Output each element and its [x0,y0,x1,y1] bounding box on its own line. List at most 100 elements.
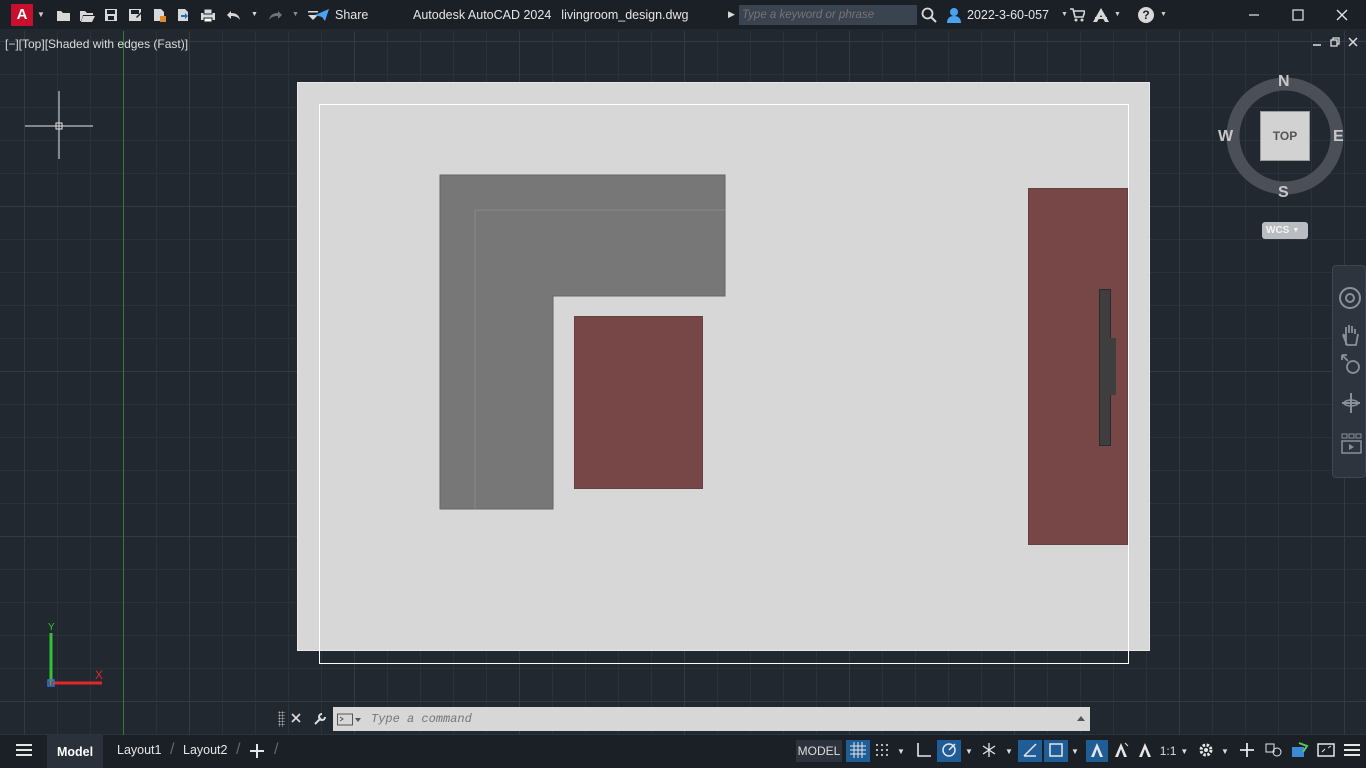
command-input[interactable] [369,711,1069,727]
chevron-down-icon: ▼ [1292,227,1300,234]
viewport-restore-icon[interactable] [1330,37,1340,47]
app-menu-button[interactable]: A ▼ [11,0,45,29]
maximize-icon[interactable] [1276,0,1320,29]
new-layout-icon[interactable] [250,744,264,758]
hamburger-menu-icon[interactable] [16,743,32,757]
ortho-icon [916,742,932,761]
workspace-dropdown[interactable]: ▼ [1219,740,1231,762]
help-button[interactable]: ? ▼ [1138,0,1167,29]
clean-screen-button[interactable] [1315,740,1337,762]
close-icon[interactable] [1320,0,1364,29]
showmotion-icon[interactable] [1340,432,1362,456]
drawing-viewport[interactable]: [−][Top][Shaded with edges (Fast)] N S E… [0,31,1366,735]
snap-dropdown[interactable]: ▼ [895,740,907,762]
cart-icon[interactable] [1069,7,1085,23]
open-from-web-icon[interactable] [175,7,191,23]
navigation-bar [1332,265,1366,478]
compass-east[interactable]: E [1333,128,1344,146]
polar-tracking-toggle[interactable] [937,740,961,762]
ucs-y-label: Y [48,622,55,633]
redo-icon[interactable] [266,7,284,23]
object-snap-tracking-toggle[interactable] [1018,740,1042,762]
annotation-scale-selector[interactable]: 1:1 ▼ [1158,740,1190,762]
grid-icon [850,741,866,761]
command-customize-icon[interactable] [312,711,328,727]
redo-dropdown-icon[interactable]: ▼ [292,11,299,18]
save-icon[interactable] [103,7,119,23]
annotation-visibility-toggle[interactable] [1086,740,1108,762]
isodraft-dropdown[interactable]: ▼ [1003,740,1015,762]
auto-scale-toggle[interactable] [1110,740,1132,762]
snap-toggle[interactable] [872,740,892,762]
undo-icon[interactable] [225,7,243,23]
tab-separator: / [170,741,175,758]
model-space-button[interactable]: MODEL [796,740,842,762]
tab-layout1[interactable]: Layout1 [117,743,161,757]
annotation-scale-icon-button[interactable] [1134,740,1156,762]
snap-tracking-icon [1022,742,1038,761]
workspace-switch-button[interactable] [1195,740,1217,762]
command-prompt-icon[interactable] [337,712,361,726]
search-expand-icon[interactable]: ▶ [728,9,735,20]
steering-wheel-icon[interactable] [1338,286,1362,310]
hardware-acceleration-button[interactable] [1289,740,1311,762]
isometric-drafting-toggle[interactable] [978,740,1000,762]
customization-menu-button[interactable] [1341,740,1363,762]
object-snap-icon [1048,742,1064,761]
save-to-web-icon[interactable] [151,7,167,23]
viewport-close-icon[interactable] [1348,37,1358,47]
save-as-icon[interactable] [127,7,143,23]
compass-north[interactable]: N [1278,73,1290,91]
model-space-label: MODEL [797,744,841,758]
undo-dropdown-icon[interactable]: ▼ [251,11,258,18]
object-snap-dropdown[interactable]: ▼ [1069,740,1081,762]
chevron-down-icon: ▼ [1160,11,1167,18]
orbit-icon[interactable] [1340,391,1362,415]
chevron-down-icon: ▼ [1180,746,1189,756]
window-title: Autodesk AutoCAD 2024 livingroom_design.… [413,0,688,29]
share-button[interactable]: Share [314,0,368,29]
search-input[interactable] [739,4,917,25]
viewport-controls-label[interactable]: [−][Top][Shaded with edges (Fast)] [5,37,188,51]
autodesk-app-button[interactable]: ▼ [1092,0,1121,29]
share-label: Share [335,7,369,22]
command-history-icon[interactable] [1076,714,1086,722]
command-close-icon[interactable] [291,713,301,723]
viewcube[interactable]: N S E W TOP [1215,73,1355,213]
viewcube-top-face[interactable]: TOP [1260,111,1310,161]
grip-handle-icon[interactable] [278,711,285,727]
grid-toggle[interactable] [846,740,870,762]
model-tab[interactable]: Model [47,735,103,768]
coffee-table[interactable] [574,316,703,489]
open-file-icon[interactable] [79,7,95,23]
pan-hand-icon[interactable] [1340,323,1362,347]
polar-dropdown[interactable]: ▼ [963,740,975,762]
search-icon[interactable] [921,7,937,23]
wcs-label: WCS [1266,225,1290,236]
viewport-minimize-icon[interactable] [1312,37,1322,47]
plot-icon[interactable] [199,7,217,23]
tv-cabinet[interactable] [1028,188,1128,545]
polar-icon [941,742,957,761]
hamburger-menu-icon [1344,743,1360,760]
new-file-icon[interactable] [55,7,71,23]
object-snap-toggle[interactable] [1044,740,1068,762]
compass-west[interactable]: W [1218,128,1233,146]
paper-sheet[interactable] [297,82,1150,664]
television-stand [1110,338,1116,395]
tab-layout2[interactable]: Layout2 [183,743,227,757]
command-input-box[interactable] [333,707,1090,731]
compass-south[interactable]: S [1278,184,1289,202]
ortho-toggle[interactable] [913,740,935,762]
paper-plane-icon [314,8,330,22]
user-name: 2022-3-60-057 [967,7,1050,22]
ucs-icon: Y X [47,622,103,687]
annotation-monitor-button[interactable] [1236,740,1258,762]
zoom-extents-icon[interactable] [1340,353,1362,377]
isolate-objects-button[interactable] [1263,740,1285,762]
minimize-icon[interactable] [1232,0,1276,29]
user-account-button[interactable]: 2022-3-60-057 ▼ [946,0,1068,29]
wcs-menu-button[interactable]: WCS ▼ [1262,222,1308,239]
tab-separator: / [274,741,279,758]
y-axis-line [123,31,124,735]
